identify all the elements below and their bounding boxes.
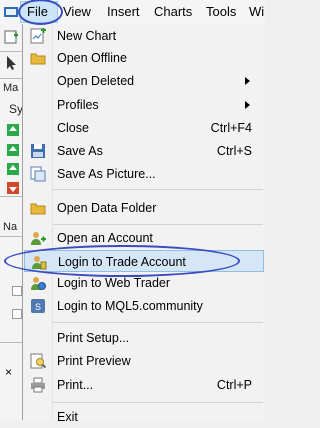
menu-item-save-as[interactable]: Save As Ctrl+S	[24, 140, 264, 162]
down-arrow-icon	[7, 182, 19, 194]
menu-item-print-preview[interactable]: Print Preview	[24, 350, 264, 372]
menu-item-open-deleted[interactable]: Open Deleted	[24, 70, 264, 92]
market-watch-tab[interactable]: Ma	[3, 82, 18, 94]
menu-item-login-trade-account[interactable]: Login to Trade Account	[24, 250, 264, 272]
printer-icon	[31, 377, 45, 393]
menu-insert[interactable]: Insert	[107, 0, 140, 24]
svg-text:S: S	[35, 302, 41, 312]
up-arrow-icon	[7, 163, 19, 175]
folder-icon	[30, 53, 46, 65]
submenu-arrow-icon	[245, 77, 250, 85]
picture-icon	[30, 166, 46, 182]
menu-item-open-data-folder[interactable]: Open Data Folder	[24, 197, 264, 219]
menu-item-close[interactable]: Close Ctrl+F4	[24, 117, 264, 139]
menu-separator	[53, 322, 263, 323]
login-user-icon	[32, 256, 47, 270]
folder-icon	[30, 203, 46, 215]
navigator-tab[interactable]: Na	[3, 221, 17, 233]
up-arrow-icon	[7, 124, 19, 136]
shortcut-label: Ctrl+P	[216, 378, 252, 392]
print-preview-icon	[30, 353, 46, 369]
menu-item-open-offline[interactable]: Open Offline	[24, 47, 264, 69]
menu-item-print-setup[interactable]: Print Setup...	[24, 327, 264, 349]
menu-item-new-chart[interactable]: New Chart	[24, 25, 264, 47]
menu-view[interactable]: View	[63, 0, 91, 24]
tree-expand-icon[interactable]	[12, 286, 22, 296]
menu-item-open-account[interactable]: Open an Account	[24, 227, 264, 249]
menu-tools[interactable]: Tools	[206, 0, 236, 24]
menu-item-exit[interactable]: Exit	[24, 406, 264, 428]
shortcut-label: Ctrl+S	[216, 144, 252, 158]
submenu-arrow-icon	[245, 101, 250, 109]
web-trader-icon	[31, 277, 46, 290]
mql5-icon: S	[31, 299, 45, 313]
shortcut-label: Ctrl+F4	[210, 121, 252, 135]
menu-item-login-web-trader[interactable]: Login to Web Trader	[24, 272, 264, 294]
close-icon[interactable]: ×	[5, 365, 12, 379]
toolbar-cursor-icon	[7, 56, 16, 70]
menu-item-login-mql5[interactable]: S Login to MQL5.community	[24, 295, 264, 317]
app-icon	[4, 7, 18, 17]
toolbar-new-icon	[4, 30, 18, 44]
menu-item-print[interactable]: Print... Ctrl+P	[24, 374, 264, 396]
new-chart-icon	[30, 28, 46, 44]
menu-charts[interactable]: Charts	[154, 0, 192, 24]
tree-expand-icon[interactable]	[12, 309, 22, 319]
menu-file[interactable]: File	[27, 0, 48, 24]
menu-separator	[53, 402, 263, 403]
up-arrow-icon	[7, 144, 19, 156]
menu-window[interactable]: Wi	[249, 0, 264, 24]
menu-bar: File View Insert Charts Tools Wi	[0, 0, 265, 25]
menu-separator	[53, 189, 263, 190]
menu-separator	[53, 224, 263, 225]
floppy-disk-icon	[31, 144, 45, 158]
menu-item-save-as-picture[interactable]: Save As Picture...	[24, 163, 264, 185]
file-menu-dropdown: New Chart Open Offline Open Deleted Prof…	[22, 24, 265, 424]
background-window: Ma Sy Na ×	[0, 24, 24, 420]
menu-item-profiles[interactable]: Profiles	[24, 94, 264, 116]
symbol-header: Sy	[9, 102, 24, 116]
add-user-icon	[31, 232, 46, 245]
